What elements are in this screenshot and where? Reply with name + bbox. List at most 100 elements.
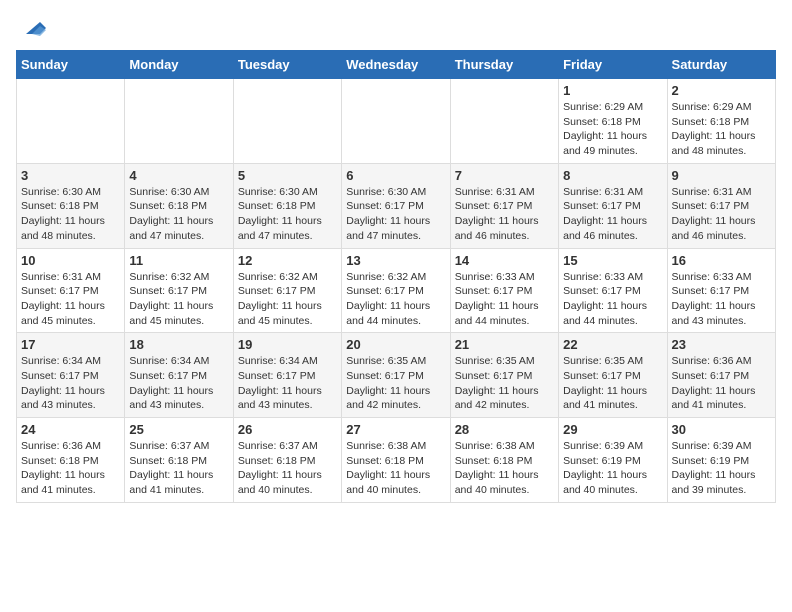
day-of-week-header: Tuesday: [233, 51, 341, 79]
day-number: 7: [455, 168, 554, 183]
day-info: Sunrise: 6:30 AM Sunset: 6:17 PM Dayligh…: [346, 185, 445, 244]
day-number: 12: [238, 253, 337, 268]
calendar-cell: [17, 79, 125, 164]
day-info: Sunrise: 6:33 AM Sunset: 6:17 PM Dayligh…: [455, 270, 554, 329]
day-number: 20: [346, 337, 445, 352]
day-number: 5: [238, 168, 337, 183]
day-of-week-header: Saturday: [667, 51, 775, 79]
calendar-cell: 20 Sunrise: 6:35 AM Sunset: 6:17 PM Dayli…: [342, 333, 450, 418]
calendar-cell: 3 Sunrise: 6:30 AM Sunset: 6:18 PM Daylig…: [17, 163, 125, 248]
day-number: 16: [672, 253, 771, 268]
calendar-cell: 13 Sunrise: 6:32 AM Sunset: 6:17 PM Dayli…: [342, 248, 450, 333]
day-info: Sunrise: 6:30 AM Sunset: 6:18 PM Dayligh…: [21, 185, 120, 244]
calendar-cell: 11 Sunrise: 6:32 AM Sunset: 6:17 PM Dayli…: [125, 248, 233, 333]
day-number: 23: [672, 337, 771, 352]
day-number: 29: [563, 422, 662, 437]
calendar-cell: 2 Sunrise: 6:29 AM Sunset: 6:18 PM Daylig…: [667, 79, 775, 164]
day-number: 2: [672, 83, 771, 98]
day-info: Sunrise: 6:30 AM Sunset: 6:18 PM Dayligh…: [129, 185, 228, 244]
day-info: Sunrise: 6:31 AM Sunset: 6:17 PM Dayligh…: [563, 185, 662, 244]
calendar-cell: [233, 79, 341, 164]
day-info: Sunrise: 6:30 AM Sunset: 6:18 PM Dayligh…: [238, 185, 337, 244]
day-info: Sunrise: 6:33 AM Sunset: 6:17 PM Dayligh…: [672, 270, 771, 329]
day-number: 24: [21, 422, 120, 437]
calendar-cell: 30 Sunrise: 6:39 AM Sunset: 6:19 PM Dayli…: [667, 418, 775, 503]
day-number: 28: [455, 422, 554, 437]
day-number: 1: [563, 83, 662, 98]
day-number: 11: [129, 253, 228, 268]
day-info: Sunrise: 6:39 AM Sunset: 6:19 PM Dayligh…: [563, 439, 662, 498]
day-info: Sunrise: 6:38 AM Sunset: 6:18 PM Dayligh…: [455, 439, 554, 498]
page-header: [16, 16, 776, 42]
calendar-cell: [125, 79, 233, 164]
day-info: Sunrise: 6:29 AM Sunset: 6:18 PM Dayligh…: [563, 100, 662, 159]
calendar-cell: 7 Sunrise: 6:31 AM Sunset: 6:17 PM Daylig…: [450, 163, 558, 248]
day-number: 8: [563, 168, 662, 183]
day-number: 14: [455, 253, 554, 268]
day-number: 21: [455, 337, 554, 352]
calendar-cell: 16 Sunrise: 6:33 AM Sunset: 6:17 PM Dayli…: [667, 248, 775, 333]
calendar-cell: 21Sunrise: 6:35 AM Sunset: 6:17 PM Dayli…: [450, 333, 558, 418]
day-info: Sunrise: 6:32 AM Sunset: 6:17 PM Dayligh…: [238, 270, 337, 329]
day-number: 15: [563, 253, 662, 268]
calendar-cell: 9 Sunrise: 6:31 AM Sunset: 6:17 PM Daylig…: [667, 163, 775, 248]
calendar-cell: 4 Sunrise: 6:30 AM Sunset: 6:18 PM Daylig…: [125, 163, 233, 248]
day-of-week-header: Wednesday: [342, 51, 450, 79]
day-number: 6: [346, 168, 445, 183]
calendar-cell: 23 Sunrise: 6:36 AM Sunset: 6:17 PM Dayli…: [667, 333, 775, 418]
day-number: 19: [238, 337, 337, 352]
logo-icon: [18, 12, 48, 42]
day-info: Sunrise: 6:32 AM Sunset: 6:17 PM Dayligh…: [129, 270, 228, 329]
day-number: 30: [672, 422, 771, 437]
day-number: 9: [672, 168, 771, 183]
day-info: Sunrise: 6:34 AM Sunset: 6:17 PM Dayligh…: [238, 354, 337, 413]
calendar-cell: 29 Sunrise: 6:39 AM Sunset: 6:19 PM Dayli…: [559, 418, 667, 503]
calendar-cell: 15 Sunrise: 6:33 AM Sunset: 6:17 PM Dayli…: [559, 248, 667, 333]
day-number: 13: [346, 253, 445, 268]
day-number: 26: [238, 422, 337, 437]
day-number: 22: [563, 337, 662, 352]
calendar-cell: 6 Sunrise: 6:30 AM Sunset: 6:17 PM Daylig…: [342, 163, 450, 248]
calendar-cell: [450, 79, 558, 164]
day-info: Sunrise: 6:35 AM Sunset: 6:17 PM Dayligh…: [346, 354, 445, 413]
day-of-week-header: Sunday: [17, 51, 125, 79]
day-info: Sunrise: 6:37 AM Sunset: 6:18 PM Dayligh…: [129, 439, 228, 498]
calendar-cell: 5 Sunrise: 6:30 AM Sunset: 6:18 PM Daylig…: [233, 163, 341, 248]
calendar-cell: 17 Sunrise: 6:34 AM Sunset: 6:17 PM Dayli…: [17, 333, 125, 418]
calendar-cell: 22 Sunrise: 6:35 AM Sunset: 6:17 PM Dayli…: [559, 333, 667, 418]
calendar-cell: 10 Sunrise: 6:31 AM Sunset: 6:17 PM Dayli…: [17, 248, 125, 333]
calendar-cell: 24 Sunrise: 6:36 AM Sunset: 6:18 PM Dayli…: [17, 418, 125, 503]
day-info: Sunrise: 6:29 AM Sunset: 6:18 PM Dayligh…: [672, 100, 771, 159]
calendar-header: SundayMondayTuesdayWednesdayThursdayFrid…: [17, 51, 776, 79]
calendar-cell: 8 Sunrise: 6:31 AM Sunset: 6:17 PM Daylig…: [559, 163, 667, 248]
day-info: Sunrise: 6:36 AM Sunset: 6:18 PM Dayligh…: [21, 439, 120, 498]
day-number: 27: [346, 422, 445, 437]
day-of-week-header: Monday: [125, 51, 233, 79]
calendar-cell: [342, 79, 450, 164]
day-info: Sunrise: 6:39 AM Sunset: 6:19 PM Dayligh…: [672, 439, 771, 498]
day-info: Sunrise: 6:36 AM Sunset: 6:17 PM Dayligh…: [672, 354, 771, 413]
day-info: Sunrise: 6:31 AM Sunset: 6:17 PM Dayligh…: [455, 185, 554, 244]
day-number: 25: [129, 422, 228, 437]
day-number: 3: [21, 168, 120, 183]
day-info: Sunrise: 6:38 AM Sunset: 6:18 PM Dayligh…: [346, 439, 445, 498]
day-info: Sunrise: 6:34 AM Sunset: 6:17 PM Dayligh…: [21, 354, 120, 413]
day-info: Sunrise: 6:31 AM Sunset: 6:17 PM Dayligh…: [672, 185, 771, 244]
day-info: Sunrise: 6:35 AM Sunset: 6:17 PM Dayligh…: [563, 354, 662, 413]
calendar-cell: 19 Sunrise: 6:34 AM Sunset: 6:17 PM Dayli…: [233, 333, 341, 418]
calendar-cell: 26 Sunrise: 6:37 AM Sunset: 6:18 PM Dayli…: [233, 418, 341, 503]
day-number: 10: [21, 253, 120, 268]
day-info: Sunrise: 6:32 AM Sunset: 6:17 PM Dayligh…: [346, 270, 445, 329]
day-info: Sunrise: 6:33 AM Sunset: 6:17 PM Dayligh…: [563, 270, 662, 329]
day-info: Sunrise: 6:37 AM Sunset: 6:18 PM Dayligh…: [238, 439, 337, 498]
calendar-cell: 25 Sunrise: 6:37 AM Sunset: 6:18 PM Dayli…: [125, 418, 233, 503]
day-info: Sunrise: 6:31 AM Sunset: 6:17 PM Dayligh…: [21, 270, 120, 329]
logo: [16, 16, 48, 42]
day-number: 4: [129, 168, 228, 183]
day-of-week-header: Friday: [559, 51, 667, 79]
calendar-cell: 27 Sunrise: 6:38 AM Sunset: 6:18 PM Dayli…: [342, 418, 450, 503]
day-info: Sunrise: 6:34 AM Sunset: 6:17 PM Dayligh…: [129, 354, 228, 413]
day-number: 18: [129, 337, 228, 352]
day-number: 17: [21, 337, 120, 352]
calendar-cell: 18 Sunrise: 6:34 AM Sunset: 6:17 PM Dayli…: [125, 333, 233, 418]
